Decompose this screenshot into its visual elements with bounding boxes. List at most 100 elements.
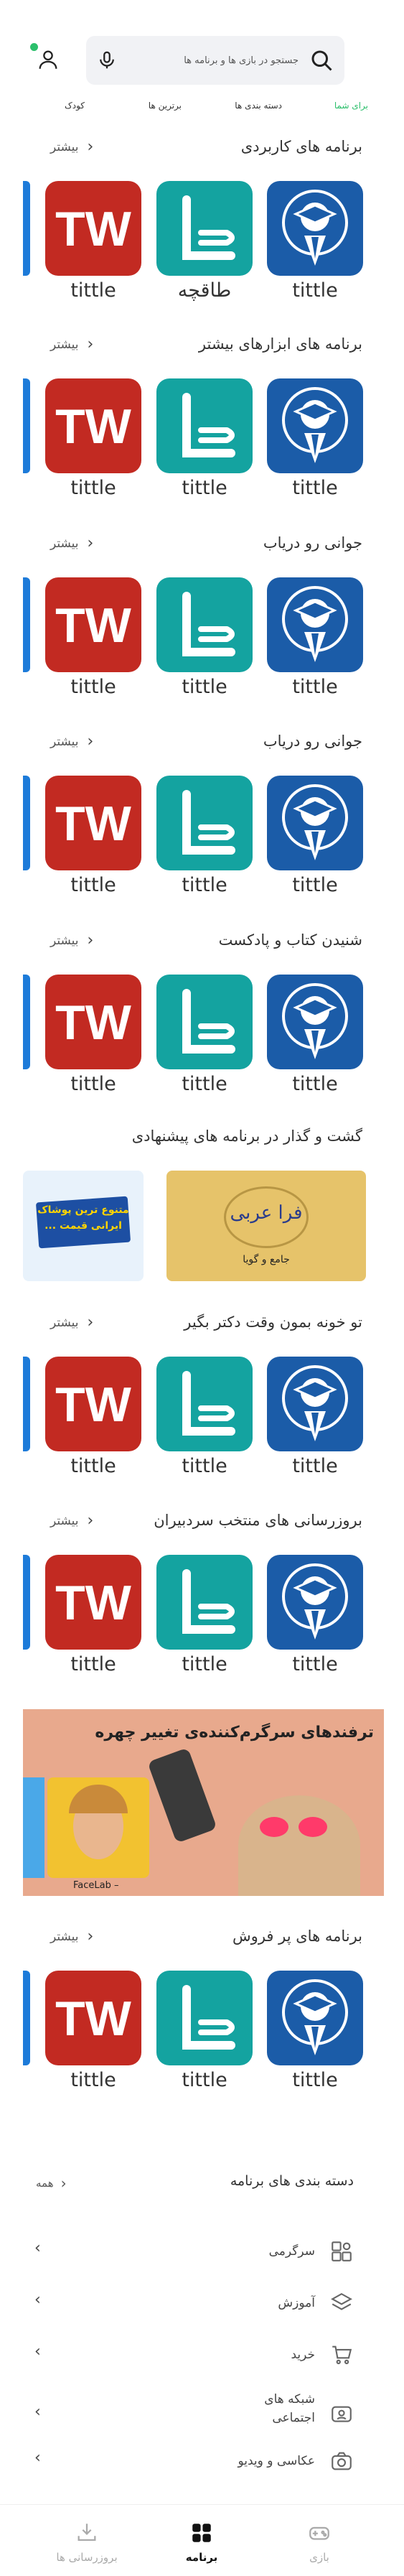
section-more-link[interactable]: ‹ بیشتر <box>50 1512 93 1530</box>
suggested-header: گشت و گذار در برنامه های پیشنهادی <box>0 1125 404 1153</box>
app-card[interactable]: TW tittle <box>45 975 141 1097</box>
cart-icon <box>329 2343 354 2367</box>
section-more-link[interactable]: ‹ بیشتر <box>50 1313 93 1331</box>
app-card[interactable]: TW tittle <box>45 378 141 501</box>
next-app-peek[interactable] <box>23 577 30 672</box>
tw-logo-icon: TW <box>45 577 141 672</box>
app-card[interactable]: tittle <box>156 975 253 1097</box>
taaghche-logo-icon <box>156 577 253 672</box>
next-app-peek[interactable] <box>23 776 30 870</box>
graduate-logo-icon <box>267 776 363 870</box>
category-item[interactable]: خرید ‹ <box>0 2343 404 2386</box>
app-card[interactable]: tittle <box>267 975 363 1097</box>
section-title: تو خونه بمون وقت دکتر بگیر <box>184 1313 362 1331</box>
app-card[interactable]: tittle <box>267 577 363 699</box>
app-card[interactable]: tittle <box>267 1555 363 1677</box>
app-card[interactable]: tittle <box>156 378 253 501</box>
app-card[interactable]: tittle <box>156 1357 253 1479</box>
next-app-peek[interactable] <box>23 378 30 473</box>
taaghche-logo-icon <box>156 378 253 473</box>
mic-icon[interactable] <box>96 48 118 73</box>
app-card[interactable]: TW tittle <box>45 1971 141 2093</box>
svg-text:TW: TW <box>55 598 132 653</box>
app-row: tittle tittle TW tittle <box>0 776 404 898</box>
section-more-link[interactable]: ‹ بیشتر <box>50 534 93 552</box>
section-more-link[interactable]: ‹ بیشتر <box>50 1928 93 1945</box>
app-card[interactable]: tittle <box>156 577 253 699</box>
app-card[interactable]: tittle <box>267 1357 363 1479</box>
next-app-peek[interactable] <box>23 1971 30 2065</box>
tab-top[interactable]: برترین ها <box>149 101 182 111</box>
profile-button[interactable] <box>29 40 67 79</box>
section-title: برنامه های پر فروش <box>232 1928 362 1945</box>
suggested-title: گشت و گذار در برنامه های پیشنهادی <box>131 1127 362 1145</box>
chevron-left-icon: ‹ <box>60 2175 67 2192</box>
section-more-link[interactable]: ‹ بیشتر <box>50 335 93 353</box>
clothing-banner[interactable]: متنوع ترین پوشاک ایرانی قیمت ... <box>23 1171 144 1281</box>
section-title: بروزرسانی های منتخب سردبیران <box>154 1512 362 1529</box>
top-tabs: برای شما دسته بندی ها برترین ها کودک <box>0 101 404 122</box>
category-label: سرگرمی <box>268 2244 315 2259</box>
next-app-peek[interactable] <box>23 1555 30 1650</box>
category-item[interactable]: شبکه های اجتماعی ‹ <box>0 2392 404 2437</box>
search-icon[interactable] <box>309 47 334 73</box>
category-item[interactable]: عکاسی و ویدیو ‹ <box>0 2449 404 2492</box>
svg-text:TW: TW <box>55 202 132 256</box>
next-app-peek[interactable] <box>23 1357 30 1451</box>
app-title: tittle <box>182 2069 227 2091</box>
nav-games[interactable]: بازی <box>266 2521 373 2564</box>
next-app-peek[interactable] <box>23 975 30 1069</box>
chevron-left-icon: ‹ <box>34 2239 41 2257</box>
facelab-promo-banner[interactable]: ترفندهای سرگرم‌کننده‌ی تغییر چهره FaceLa… <box>23 1709 384 1896</box>
section-title: جوانی رو دریاب <box>263 733 362 750</box>
app-title: tittle <box>70 477 116 499</box>
app-card[interactable]: tittle <box>267 181 363 303</box>
app-card[interactable]: طاقچه <box>156 181 253 303</box>
section-title: جوانی رو دریاب <box>263 534 362 552</box>
app-card[interactable]: tittle <box>267 1971 363 2093</box>
section-header: برنامه های پر فروش ‹ بیشتر <box>0 1925 404 1953</box>
app-title: tittle <box>182 1455 227 1477</box>
arabic-app-banner[interactable]: فرا عربی جامع و گویا <box>166 1171 366 1281</box>
tab-kids[interactable]: کودک <box>65 101 85 111</box>
app-row: tittle tittle TW tittle <box>0 1357 404 1479</box>
nav-updates[interactable]: بروزرسانی ها <box>33 2521 141 2564</box>
taaghche-logo-icon <box>156 975 253 1069</box>
app-card[interactable]: TW tittle <box>45 776 141 898</box>
category-item[interactable]: سرگرمی ‹ <box>0 2239 404 2282</box>
app-title: tittle <box>182 1073 227 1095</box>
tw-logo-icon: TW <box>45 1971 141 2065</box>
app-card[interactable]: TW tittle <box>45 181 141 303</box>
app-title: tittle <box>292 279 338 302</box>
arabic-banner-title: فرا عربی <box>230 1202 303 1224</box>
categories-all-link[interactable]: ‹ همه <box>36 2175 67 2192</box>
app-card[interactable]: TW tittle <box>45 1357 141 1479</box>
app-card[interactable]: tittle <box>267 378 363 501</box>
tab-for-you[interactable]: برای شما <box>334 101 368 111</box>
app-card[interactable]: tittle <box>267 776 363 898</box>
nav-apps[interactable]: برنامه <box>148 2521 255 2564</box>
chevron-left-icon: ‹ <box>87 138 94 156</box>
app-title: tittle <box>292 1073 338 1095</box>
chevron-left-icon: ‹ <box>87 335 94 353</box>
taaghche-logo-icon <box>156 1357 253 1451</box>
section-more-link[interactable]: ‹ بیشتر <box>50 138 93 156</box>
taaghche-logo-icon <box>156 181 253 276</box>
svg-text:TW: TW <box>55 995 132 1050</box>
chevron-left-icon: ‹ <box>87 1512 94 1530</box>
tw-logo-icon: TW <box>45 975 141 1069</box>
search-bar[interactable]: جستجو در بازی ها و برنامه ها <box>86 36 344 85</box>
section-title: برنامه های ابزارهای بیشتر <box>198 335 362 353</box>
next-app-peek[interactable] <box>23 181 30 276</box>
app-header: جستجو در بازی ها و برنامه ها برای شما دس… <box>0 0 404 136</box>
app-card[interactable]: TW tittle <box>45 1555 141 1677</box>
tab-categories[interactable]: دسته بندی ها <box>235 101 282 111</box>
section-more-link[interactable]: ‹ بیشتر <box>50 931 93 949</box>
app-card[interactable]: tittle <box>156 1971 253 2093</box>
svg-text:TW: TW <box>55 796 132 851</box>
section-more-link[interactable]: ‹ بیشتر <box>50 733 93 750</box>
app-card[interactable]: tittle <box>156 1555 253 1677</box>
category-item[interactable]: آموزش ‹ <box>0 2291 404 2334</box>
app-card[interactable]: tittle <box>156 776 253 898</box>
app-card[interactable]: TW tittle <box>45 577 141 699</box>
